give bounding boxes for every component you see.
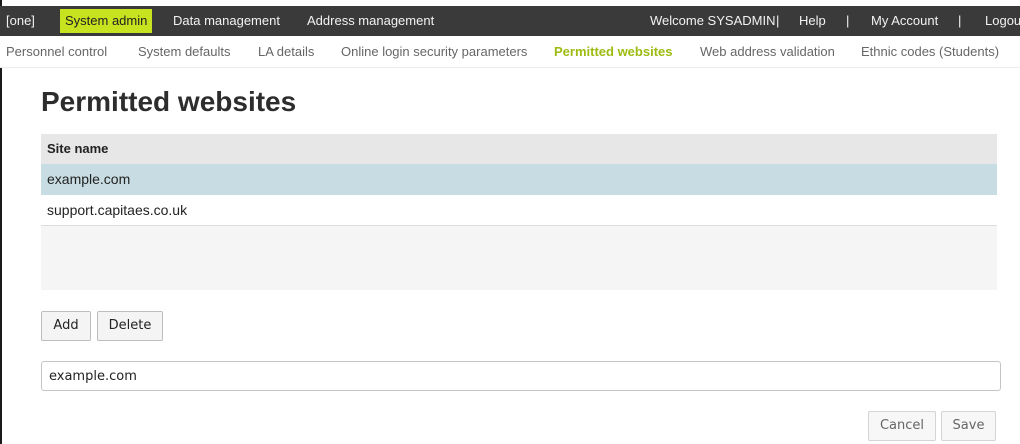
separator: | [846,13,850,28]
site-name-input[interactable] [41,361,1001,391]
sites-table: Site name example.com support.capitaes.c… [41,134,997,290]
subnav-la-details[interactable]: LA details [258,36,314,68]
cancel-button[interactable]: Cancel [868,411,936,441]
sub-navigation: Personnel control System defaults LA det… [0,36,1020,68]
subnav-ethnic-codes[interactable]: Ethnic codes (Students) [861,36,999,68]
help-link[interactable]: Help [799,6,826,36]
column-header-site-name[interactable]: Site name [41,134,997,164]
delete-button[interactable]: Delete [97,311,163,341]
subnav-system-defaults[interactable]: System defaults [138,36,231,68]
app-brand[interactable]: [one] [6,6,35,36]
add-button[interactable]: Add [41,311,91,341]
table-row[interactable]: support.capitaes.co.uk [41,195,997,226]
welcome-text: Welcome SYSADMIN [650,13,776,28]
page-title: Permitted websites [41,86,297,117]
separator: | [958,13,962,28]
separator: | [776,13,780,28]
table-row[interactable]: example.com [41,164,997,195]
menu-system-admin[interactable]: System admin [60,9,153,33]
subnav-personnel-control[interactable]: Personnel control [6,36,107,68]
save-button[interactable]: Save [941,411,996,441]
subnav-permitted-websites[interactable]: Permitted websites [554,36,673,68]
menu-address-management[interactable]: Address management [307,6,434,36]
top-navigation-bar: [one] System admin Data management Addre… [0,6,1020,36]
subnav-web-address-validation[interactable]: Web address validation [700,36,835,68]
menu-data-management[interactable]: Data management [173,6,280,36]
subnav-online-login-security[interactable]: Online login security parameters [341,36,527,68]
my-account-link[interactable]: My Account [871,6,938,36]
logout-link[interactable]: Logout [985,6,1020,36]
